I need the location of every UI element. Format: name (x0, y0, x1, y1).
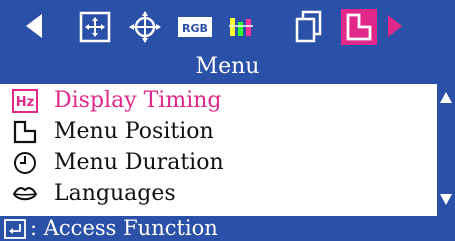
position-move-icon[interactable] (76, 8, 114, 46)
geometry-icon[interactable] (126, 8, 164, 46)
menu-item-label: Menu Duration (54, 150, 224, 175)
right-arrow-icon[interactable] (388, 15, 402, 37)
menu-item-menu-position[interactable]: Menu Position (0, 117, 437, 147)
rgb-icon[interactable]: RGB (176, 8, 214, 46)
scroll-down-arrow-icon[interactable] (440, 194, 452, 205)
hz-icon: Hz (12, 89, 38, 113)
left-arrow-icon[interactable] (26, 14, 42, 38)
menu-list: Hz Display Timing Menu Position Menu Dur… (0, 84, 437, 216)
footer-label: : Access Function (30, 216, 218, 240)
menu-item-label: Languages (54, 181, 176, 206)
menu-item-languages[interactable]: Languages (0, 179, 437, 209)
menu-position-icon[interactable] (340, 8, 378, 46)
menu-item-menu-duration[interactable]: Menu Duration (0, 148, 437, 178)
toolbar: RGB (0, 0, 455, 60)
enter-key-icon (4, 219, 26, 239)
footer-hint: : Access Function (0, 216, 455, 241)
menu-item-label: Menu Position (54, 119, 214, 144)
menu-item-label: Display Timing (54, 88, 222, 113)
menu-position-icon (13, 120, 37, 144)
scroll-up-arrow-icon[interactable] (440, 92, 452, 103)
clock-icon (14, 152, 36, 174)
copy-windows-icon[interactable] (290, 8, 328, 46)
color-bars-icon[interactable] (222, 8, 260, 46)
osd-menu-panel: RGB Menu Hz Display Timing Menu Position… (0, 0, 455, 241)
scrollbar[interactable] (437, 84, 455, 216)
svg-text:RGB: RGB (182, 22, 208, 35)
menu-item-display-timing[interactable]: Hz Display Timing (0, 86, 437, 116)
lips-icon (12, 187, 38, 201)
svg-text:Hz: Hz (16, 95, 34, 110)
menu-title: Menu (195, 54, 260, 79)
